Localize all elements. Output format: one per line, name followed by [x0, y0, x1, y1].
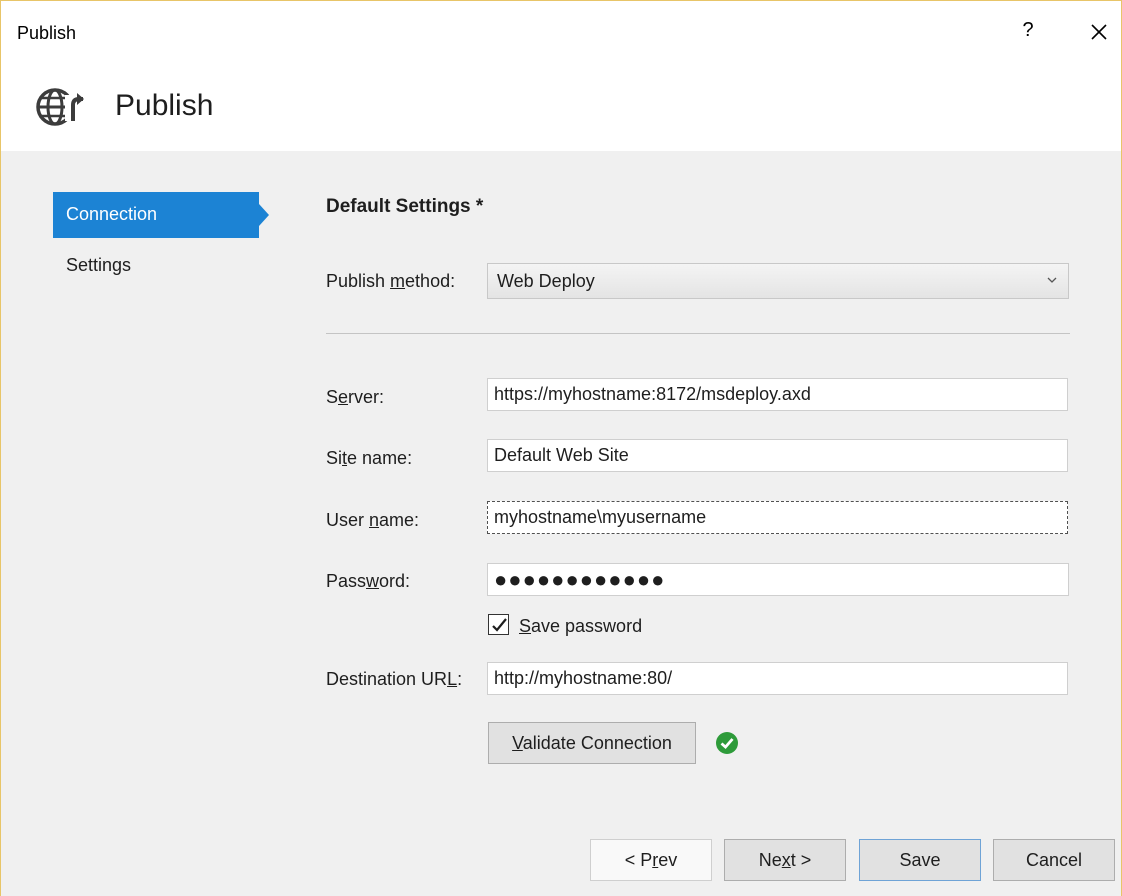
- nav-item-settings[interactable]: Settings: [53, 243, 259, 289]
- page-heading: Publish: [115, 89, 214, 122]
- save-password-checkbox[interactable]: [488, 614, 509, 635]
- next-button[interactable]: Next >: [724, 839, 846, 881]
- chevron-down-icon: [1047, 277, 1057, 283]
- site-name-input[interactable]: [487, 439, 1068, 472]
- window-title: Publish: [17, 23, 77, 43]
- server-label: Server:: [326, 387, 385, 407]
- dialog-header: Publish: [1, 59, 1121, 151]
- title-bar: Publish ?: [1, 1, 1121, 59]
- publish-dialog: Publish ? Publish Connection Settings De…: [0, 0, 1122, 896]
- publish-method-select[interactable]: Web Deploy: [487, 263, 1069, 299]
- server-input[interactable]: [487, 378, 1068, 411]
- prev-button[interactable]: < Prev: [590, 839, 712, 881]
- publish-method-label: Publish method:: [326, 271, 456, 291]
- nav-item-label: Connection: [66, 204, 158, 224]
- cancel-button[interactable]: Cancel: [993, 839, 1115, 881]
- save-password-label: Save password: [519, 616, 643, 636]
- close-icon: [1091, 24, 1107, 40]
- save-button[interactable]: Save: [859, 839, 981, 881]
- nav-item-connection[interactable]: Connection: [53, 192, 259, 238]
- checkmark-icon: [492, 618, 507, 632]
- password-input[interactable]: [487, 563, 1069, 596]
- nav-item-label: Settings: [66, 255, 132, 275]
- help-button[interactable]: ?: [1017, 19, 1039, 45]
- password-label: Password:: [326, 571, 411, 591]
- close-button[interactable]: [1085, 17, 1113, 47]
- section-divider: [326, 333, 1070, 334]
- globe-publish-icon: [36, 88, 85, 126]
- publish-method-value: Web Deploy: [497, 271, 595, 291]
- success-check-icon: [716, 732, 738, 754]
- nav-active-indicator: [259, 204, 269, 226]
- user-name-label: User name:: [326, 510, 420, 530]
- user-name-input[interactable]: [487, 501, 1068, 534]
- section-title: Default Settings *: [326, 196, 484, 217]
- site-name-label: Site name:: [326, 448, 413, 468]
- destination-url-label: Destination URL:: [326, 669, 463, 689]
- validate-connection-button[interactable]: Validate Connection: [488, 722, 696, 764]
- destination-url-input[interactable]: [487, 662, 1068, 695]
